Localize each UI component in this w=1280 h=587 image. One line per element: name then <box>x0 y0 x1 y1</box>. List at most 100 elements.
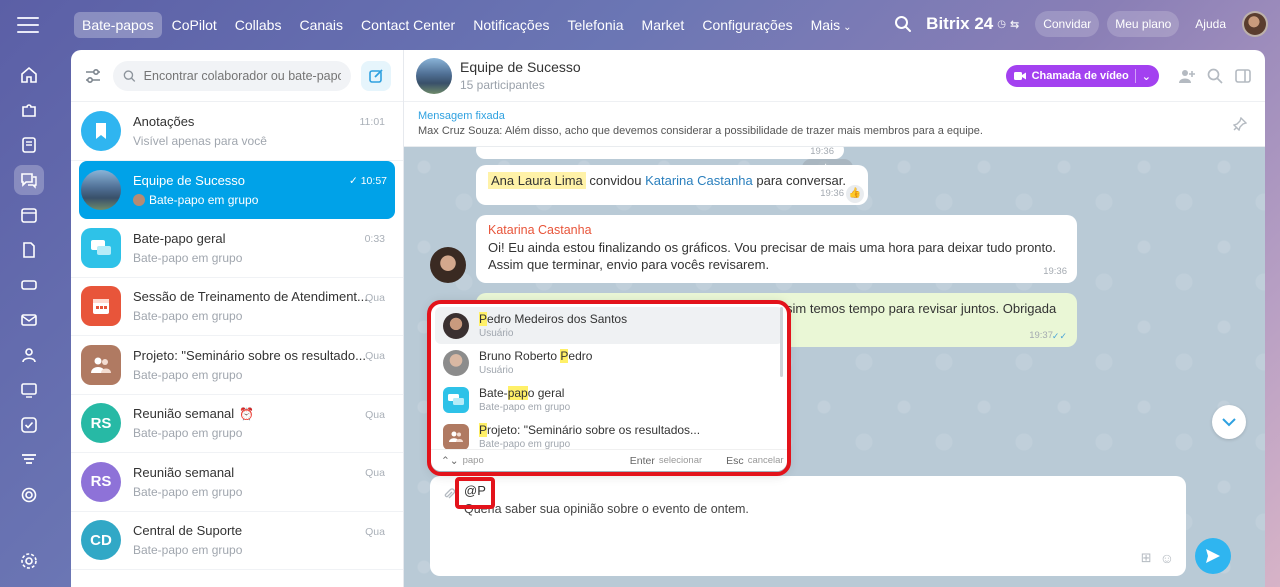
mention-scrollbar[interactable] <box>780 307 783 377</box>
mentioned-user[interactable]: Ana Laura Lima <box>488 172 586 189</box>
chat-item-time: Qua <box>365 350 385 362</box>
chat-item-reuniao-semanal-2[interactable]: RS Reunião semanal Bate-papo em grupo Qu… <box>71 453 403 512</box>
nav-configuracoes[interactable]: Configurações <box>694 12 800 38</box>
nav-copilot[interactable]: CoPilot <box>164 12 225 38</box>
chevron-down-icon[interactable]: ⌄ <box>1142 70 1151 83</box>
nav-collabs[interactable]: Collabs <box>227 12 290 38</box>
tasks-icon[interactable] <box>14 410 44 440</box>
brand-logo: Bitrix 24 ◷ ⇆ <box>926 14 1019 34</box>
chat-item-equipe-de-sucesso[interactable]: Equipe de Sucesso Bate-papo em grupo ✓ 1… <box>79 160 395 219</box>
mention-option[interactable]: Bate-papo geral Bate-papo em grupo <box>435 381 783 418</box>
composer-input-text[interactable]: @P <box>464 483 486 498</box>
send-icon <box>1206 549 1220 563</box>
search-icon[interactable] <box>894 15 912 33</box>
settings-icon[interactable] <box>14 546 44 576</box>
nav-market[interactable]: Market <box>634 12 693 38</box>
chat-title[interactable]: Equipe de Sucesso <box>460 59 581 75</box>
nav-bate-papos[interactable]: Bate-papos <box>74 12 162 38</box>
message-time: 19:36 <box>810 147 834 157</box>
my-plan-button[interactable]: Meu plano <box>1107 11 1180 37</box>
message-bubble-previous: 19:36 <box>476 147 844 159</box>
author-avatar[interactable] <box>430 247 466 283</box>
top-nav: Bate-papos CoPilot Collabs Canais Contac… <box>74 12 860 38</box>
video-call-button[interactable]: Chamada de vídeo ⌄ <box>1005 65 1159 87</box>
mention-option[interactable]: Bruno Roberto Pedro Usuário <box>435 344 783 381</box>
switch-icon: ⇆ <box>1010 18 1020 31</box>
mention-option[interactable]: Pedro Medeiros dos Santos Usuário <box>435 307 783 344</box>
nav-mais[interactable]: Mais ⌄ <box>803 12 860 38</box>
send-button[interactable] <box>1195 538 1231 574</box>
nav-canais[interactable]: Canais <box>291 12 351 38</box>
chat-item-subtitle: Visível apenas para você <box>133 133 267 148</box>
chat-item-time: 11:01 <box>359 116 386 128</box>
document-icon[interactable] <box>14 235 44 265</box>
chat-main: Equipe de Sucesso 15 participantes Chama… <box>404 50 1265 587</box>
chat-bubbles-icon <box>81 227 121 268</box>
mention-type: Bate-papo em grupo <box>479 402 571 413</box>
chat-item-subtitle: Bate-papo em grupo <box>133 367 243 382</box>
nav-telefonia[interactable]: Telefonia <box>559 12 631 38</box>
sidebar-toggle-icon[interactable] <box>1235 68 1251 84</box>
people-icon <box>81 344 121 385</box>
people-icon <box>443 423 469 450</box>
user-avatar <box>443 312 469 339</box>
message-composer[interactable]: @P Queria saber sua opinião sobre o even… <box>430 476 1186 576</box>
smile-icon[interactable]: ☺ <box>1160 550 1174 566</box>
unpin-icon[interactable] <box>1232 116 1248 132</box>
user-avatar[interactable] <box>1242 11 1268 37</box>
board-icon[interactable] <box>14 375 44 405</box>
message-author[interactable]: Katarina Castanha <box>488 223 1065 237</box>
drive-icon[interactable] <box>14 270 44 300</box>
puzzle-icon[interactable] <box>14 95 44 125</box>
read-check-icon: ✓✓ <box>1051 331 1067 341</box>
chat-icon[interactable] <box>14 165 44 195</box>
chat-item-title: Reunião semanal <box>133 406 235 422</box>
message-time: 19:36 <box>1043 266 1067 277</box>
filter-icon[interactable] <box>83 66 103 86</box>
scroll-down-button[interactable] <box>1212 405 1246 439</box>
feed-icon[interactable] <box>14 130 44 160</box>
nav-notificacoes[interactable]: Notificações <box>465 12 557 38</box>
home-icon[interactable] <box>14 60 44 90</box>
chat-item-bate-papo-geral[interactable]: Bate-papo geral Bate-papo em grupo 0:33 <box>71 219 403 278</box>
chat-item-projeto-seminario[interactable]: Projeto: "Seminário sobre os resultado..… <box>71 336 403 395</box>
menu-icon[interactable] <box>17 17 39 33</box>
chat-avatar-initials: CD <box>81 520 121 561</box>
contacts-icon[interactable] <box>14 340 44 370</box>
mention-match: P <box>479 312 488 326</box>
new-chat-button[interactable] <box>361 60 391 91</box>
chat-item-subtitle: Bate-papo em grupo <box>133 309 243 324</box>
mention-match: P <box>479 423 488 437</box>
add-user-icon[interactable] <box>1179 68 1195 84</box>
chat-search-input[interactable] <box>143 68 341 83</box>
search-icon[interactable] <box>1207 68 1223 84</box>
funnel-icon[interactable] <box>14 445 44 475</box>
like-icon[interactable]: 👍 <box>846 185 864 203</box>
nav-contact-center[interactable]: Contact Center <box>353 12 463 38</box>
message-time: 19:37 <box>1029 330 1053 341</box>
chat-item-sessao-treinamento[interactable]: Sessão de Treinamento de Atendiment... B… <box>71 278 403 336</box>
apps-grid-icon[interactable]: ⊞ <box>1141 550 1152 566</box>
invite-button[interactable]: Convidar <box>1035 11 1100 37</box>
mail-icon[interactable] <box>14 305 44 335</box>
paperclip-icon[interactable] <box>442 487 456 501</box>
chat-item-anotacoes[interactable]: Anotações Visível apenas para você 11:01 <box>71 102 403 161</box>
mention-footer: ⌃⌄ papo Enter selecionar Esc cancelar <box>431 449 787 471</box>
chat-item-subtitle: Bate-papo em grupo <box>149 192 259 207</box>
system-message: Ana Laura Lima convidou Katarina Castanh… <box>476 165 868 205</box>
pinned-label: Mensagem fixada <box>418 110 505 122</box>
group-avatar[interactable] <box>416 57 452 94</box>
help-button[interactable]: Ajuda <box>1187 11 1234 37</box>
chat-item-central-suporte[interactable]: CD Central de Suporte Bate-papo em grupo… <box>71 512 403 570</box>
calendar-icon[interactable] <box>14 200 44 230</box>
target-icon[interactable] <box>14 480 44 510</box>
chat-item-title: Bate-papo geral <box>133 230 226 246</box>
enter-hint: selecionar <box>658 455 703 466</box>
chat-item-reuniao-semanal-1[interactable]: RS Reunião semanal ⏰ Bate-papo em grupo Q… <box>71 395 403 453</box>
pinned-message[interactable]: Mensagem fixada Max Cruz Souza: Além dis… <box>404 102 1265 147</box>
chat-item-subtitle: Bate-papo em grupo <box>133 543 243 558</box>
invited-user-link[interactable]: Katarina Castanha <box>645 173 753 188</box>
chat-item-title: Projeto: "Seminário sobre os resultado..… <box>133 347 366 363</box>
participants-count[interactable]: 15 participantes <box>460 78 581 92</box>
brand-name: Bitrix 24 <box>926 14 994 33</box>
